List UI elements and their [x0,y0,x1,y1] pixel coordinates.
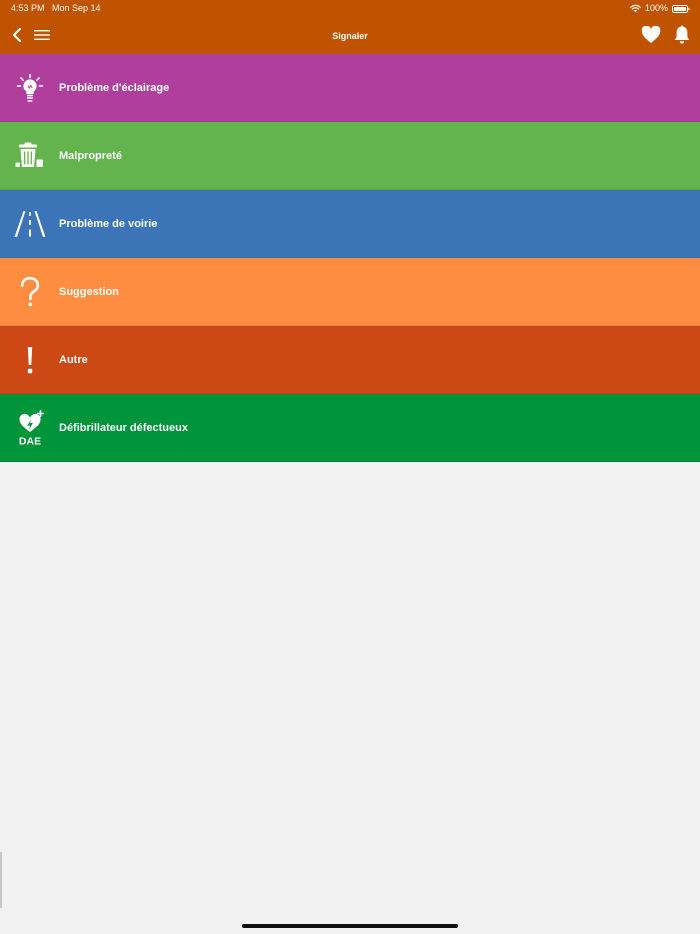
bell-icon [674,25,690,44]
category-row-defibrillator[interactable]: DAE Défibrillateur défectueux [0,394,700,462]
favorites-button[interactable] [641,25,661,44]
category-label: Autre [59,354,88,366]
category-label: Suggestion [59,286,119,298]
category-label: Problème de voirie [59,218,158,230]
category-list: Problème d'éclairage Malpropreté Problèm… [0,54,700,462]
lightbulb-icon [12,70,48,106]
heart-icon [641,25,661,43]
battery-percent: 100% [644,3,668,13]
status-date: Mon Sep 14 [52,3,101,13]
category-row-lighting[interactable]: Problème d'éclairage [0,54,700,122]
category-label: Problème d'éclairage [59,82,170,94]
defibrillator-icon: DAE [12,410,48,446]
wifi-icon [630,4,641,13]
road-icon [12,206,48,242]
edge-handle [0,852,2,908]
category-row-other[interactable]: Autre [0,326,700,394]
category-label: Défibrillateur défectueux [59,422,188,434]
status-indicators: 100% [630,3,690,14]
battery-icon [672,4,690,13]
home-indicator[interactable] [242,924,458,928]
page-title: Signaler [332,31,368,41]
category-row-road[interactable]: Problème de voirie [0,190,700,258]
category-label: Malpropreté [59,150,122,162]
notifications-button[interactable] [673,25,691,45]
trash-can-icon [12,138,48,174]
top-bar: 4:53 PM Mon Sep 14 100% Signaler [0,0,700,54]
defibrillator-icon-text: DAE [19,436,41,447]
category-row-suggestion[interactable]: Suggestion [0,258,700,326]
question-mark-icon [12,274,48,310]
exclamation-icon [12,342,48,378]
status-time: 4:53 PM [11,3,45,13]
category-row-cleanliness[interactable]: Malpropreté [0,122,700,190]
